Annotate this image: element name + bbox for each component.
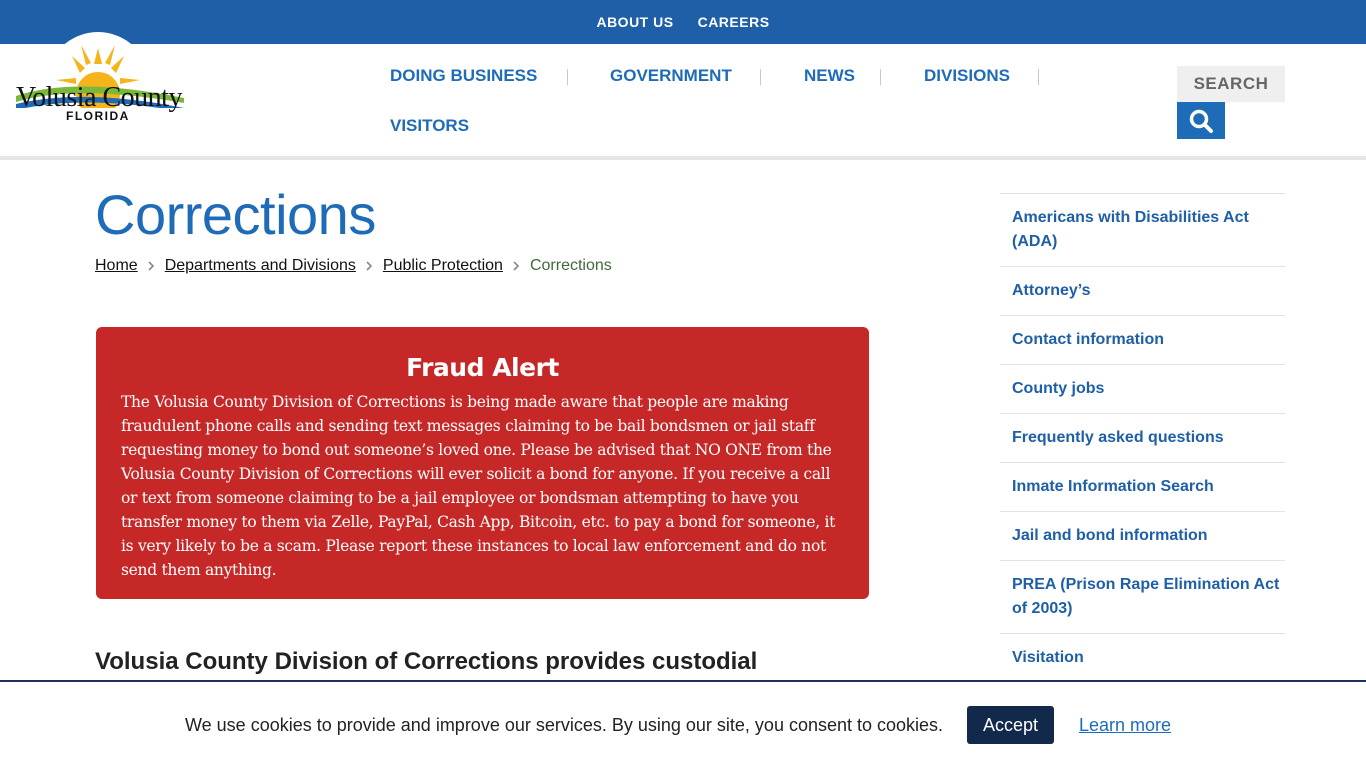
- alert-title: Fraud Alert: [406, 353, 559, 382]
- nav-news[interactable]: NEWS: [804, 66, 855, 86]
- nav-visitors[interactable]: VISITORS: [390, 116, 469, 136]
- logo-state: FLORIDA: [66, 109, 130, 123]
- page-title: Corrections: [95, 183, 376, 246]
- sidebar-item-ada[interactable]: Americans with Disabilities Act (ADA): [1000, 194, 1285, 267]
- nav-divisions[interactable]: DIVISIONS: [924, 66, 1010, 86]
- nav-divider: [1038, 69, 1039, 85]
- search-icon: [1189, 109, 1213, 133]
- chevron-right-icon: [503, 261, 530, 271]
- chevron-right-icon: [356, 261, 383, 271]
- site-header: Volusia County FLORIDA DOING BUSINESS GO…: [0, 32, 1366, 160]
- cookie-accept-button[interactable]: Accept: [967, 706, 1054, 744]
- sidebar-item-county-jobs[interactable]: County jobs: [1000, 365, 1285, 414]
- cookie-message: We use cookies to provide and improve ou…: [185, 715, 944, 735]
- cookie-banner: We use cookies to provide and improve ou…: [0, 680, 1366, 768]
- nav-divider: [880, 69, 881, 85]
- sidebar-item-inmate-search[interactable]: Inmate Information Search: [1000, 463, 1285, 512]
- nav-doing-business[interactable]: DOING BUSINESS: [390, 66, 537, 86]
- sidebar-item-visitation[interactable]: Visitation: [1000, 634, 1285, 683]
- chevron-right-icon: [138, 261, 165, 271]
- section-heading: Volusia County Division of Corrections p…: [95, 648, 758, 675]
- sidebar-item-contact[interactable]: Contact information: [1000, 316, 1285, 365]
- sidebar-item-faq[interactable]: Frequently asked questions: [1000, 414, 1285, 463]
- breadcrumb-home[interactable]: Home: [95, 257, 138, 275]
- breadcrumb-public-protection[interactable]: Public Protection: [383, 257, 503, 275]
- careers-link[interactable]: CAREERS: [698, 14, 770, 30]
- sidebar-menu: Americans with Disabilities Act (ADA) At…: [1000, 193, 1285, 683]
- breadcrumb: Home Departments and Divisions Public Pr…: [95, 257, 612, 275]
- search-button[interactable]: [1177, 102, 1225, 139]
- breadcrumb-departments[interactable]: Departments and Divisions: [165, 257, 356, 275]
- about-us-link[interactable]: ABOUT US: [596, 14, 673, 30]
- nav-divider: [760, 69, 761, 85]
- nav-divider: [567, 69, 568, 85]
- fraud-alert-box: Fraud Alert The Volusia County Division …: [96, 327, 869, 599]
- sidebar-item-prea[interactable]: PREA (Prison Rape Elimination Act of 200…: [1000, 561, 1285, 634]
- cookie-learn-more-link[interactable]: Learn more: [1079, 715, 1171, 736]
- sidebar-item-jail-bond[interactable]: Jail and bond information: [1000, 512, 1285, 561]
- search-input[interactable]: SEARCH: [1177, 66, 1285, 102]
- nav-government[interactable]: GOVERNMENT: [610, 66, 732, 86]
- utility-bar: ABOUT US CAREERS: [0, 0, 1366, 44]
- sidebar-item-attorneys[interactable]: Attorney’s: [1000, 267, 1285, 316]
- county-logo[interactable]: Volusia County FLORIDA: [14, 28, 189, 148]
- breadcrumb-current: Corrections: [529, 257, 612, 274]
- alert-body: The Volusia County Division of Correctio…: [121, 393, 836, 579]
